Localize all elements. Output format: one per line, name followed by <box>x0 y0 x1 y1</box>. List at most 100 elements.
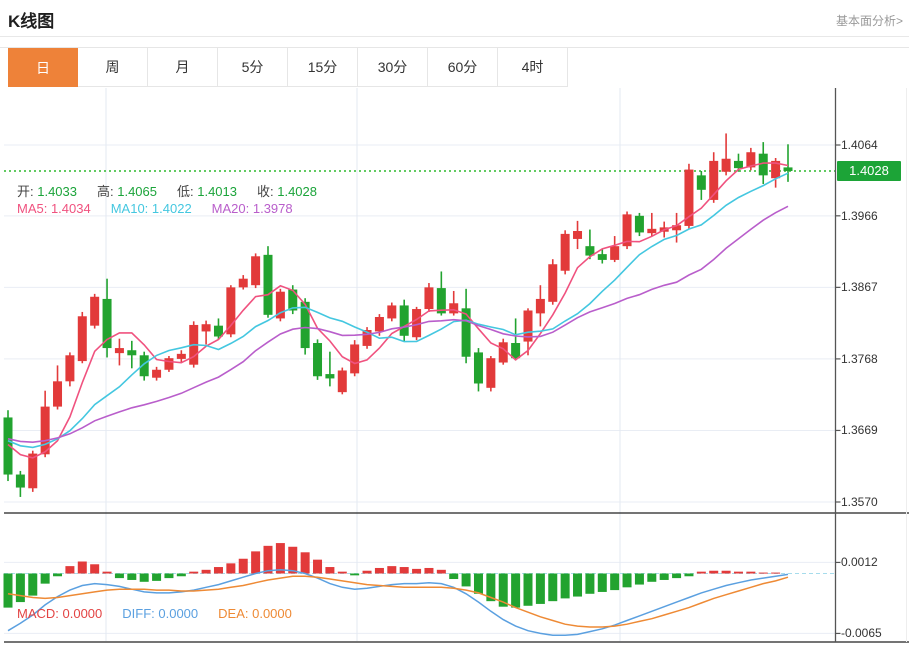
candle-body <box>399 305 409 336</box>
macd-bar <box>300 552 310 574</box>
macd-bar <box>585 573 595 594</box>
macd-bar <box>350 573 360 576</box>
price-axis-label: 1.3966 <box>841 208 878 223</box>
macd-bar <box>102 571 112 574</box>
candle-body <box>15 474 25 488</box>
candle-body <box>337 370 347 393</box>
macd-bar <box>424 567 434 574</box>
tab-timeframe-2[interactable]: 月 <box>148 48 218 87</box>
candle-body <box>647 228 657 234</box>
candle-body <box>424 287 434 310</box>
candle-body <box>350 344 360 374</box>
ohlc-legend: 开: 1.4033 高: 1.4065 低: 1.4013 收: 1.4028 <box>17 181 317 200</box>
macd-bar <box>374 567 384 574</box>
candle-body <box>114 348 124 354</box>
macd-bar <box>597 573 607 592</box>
candle-body <box>560 233 570 271</box>
macd-bar <box>560 573 570 599</box>
macd-bar <box>176 573 186 577</box>
tab-timeframe-1[interactable]: 周 <box>78 48 148 87</box>
macd-bar <box>622 573 632 588</box>
macd-bar <box>548 573 558 602</box>
price-axis-label: 1.3669 <box>841 423 878 438</box>
macd-axis-label: 0.0012 <box>841 555 878 570</box>
candle-body <box>573 230 583 239</box>
candle-body <box>201 324 211 332</box>
candle-body <box>783 167 793 172</box>
macd-bar <box>535 573 545 604</box>
legend-value: 1.4022 <box>148 201 192 216</box>
macd-bar <box>733 571 743 574</box>
price-axis-label: 1.3768 <box>841 351 878 366</box>
candle-body <box>548 264 558 302</box>
macd-bar <box>3 573 13 608</box>
legend-value: 1.4028 <box>273 184 317 199</box>
macd-bar <box>288 546 298 574</box>
macd-bar <box>28 573 38 596</box>
legend-value: 0.0000 <box>58 606 103 621</box>
legend-value: 1.3978 <box>249 201 293 216</box>
legend-label: 高: <box>97 184 114 199</box>
price-axis-label: 1.3570 <box>841 495 878 509</box>
legend-label: DEA: <box>218 606 249 621</box>
legend-label: MA20: <box>211 201 250 216</box>
macd-bar <box>114 573 124 579</box>
tab-timeframe-5[interactable]: 30分 <box>358 48 428 87</box>
candle-body <box>3 417 13 475</box>
macd-legend-item-1: DIFF: 0.0000 <box>122 606 198 621</box>
macd-bar <box>721 570 731 574</box>
macd-bar <box>387 566 397 574</box>
macd-bar <box>672 573 682 579</box>
ma-legend-item-1: MA10: 1.4022 <box>111 201 192 216</box>
macd-bar <box>523 573 533 606</box>
macd-bar <box>337 571 347 574</box>
ma-legend-item-0: MA5: 1.4034 <box>17 201 91 216</box>
legend-label: 收: <box>257 184 274 199</box>
candle-body <box>387 305 397 319</box>
candle-body <box>721 158 731 172</box>
macd-bar <box>40 573 50 584</box>
tab-timeframe-0[interactable]: 日 <box>8 48 78 87</box>
macd-bar <box>709 570 719 574</box>
candle-body <box>486 358 496 388</box>
price-axis-label: 1.3867 <box>841 280 878 295</box>
legend-value: 1.4065 <box>113 184 157 199</box>
ma-legend: MA5: 1.4034 MA10: 1.4022 MA20: 1.3978 <box>17 201 293 216</box>
candle-body <box>263 254 273 315</box>
tab-timeframe-6[interactable]: 60分 <box>428 48 498 87</box>
macd-bar <box>573 573 583 597</box>
ohlc-legend-item-2: 低: 1.4013 <box>177 181 237 200</box>
macd-bar <box>771 572 781 574</box>
candle-body <box>313 343 323 377</box>
macd-bar <box>610 573 620 591</box>
legend-value: 1.4034 <box>47 201 91 216</box>
macd-bar <box>659 573 669 580</box>
macd-bar <box>647 573 657 582</box>
fundamental-analysis-link[interactable]: 基本面分析> <box>836 12 903 29</box>
macd-bar <box>213 567 223 574</box>
legend-value: 0.0000 <box>154 606 199 621</box>
macd-legend: MACD: 0.0000 DIFF: 0.0000 DEA: 0.0000 <box>17 606 292 621</box>
macd-bar <box>152 573 162 581</box>
tab-timeframe-4[interactable]: 15分 <box>288 48 358 87</box>
macd-bar <box>362 570 372 574</box>
candle-body <box>40 406 50 455</box>
candle-body <box>511 343 521 359</box>
macd-bar <box>238 558 248 574</box>
macd-bar <box>127 573 137 580</box>
macd-bar <box>53 573 63 577</box>
candle-body <box>461 308 471 357</box>
tab-timeframe-7[interactable]: 4时 <box>498 48 568 87</box>
candle-body <box>164 358 174 370</box>
candle-body <box>152 369 162 378</box>
legend-label: DIFF: <box>122 606 155 621</box>
candle-body <box>610 246 620 260</box>
macd-bar <box>412 568 422 574</box>
macd-bar <box>684 573 694 577</box>
ma-legend-item-2: MA20: 1.3978 <box>212 201 293 216</box>
tab-timeframe-3[interactable]: 5分 <box>218 48 288 87</box>
diff-line <box>7 569 789 637</box>
macd-bar <box>201 569 211 574</box>
macd-bar <box>263 545 273 574</box>
candle-body <box>226 287 236 335</box>
